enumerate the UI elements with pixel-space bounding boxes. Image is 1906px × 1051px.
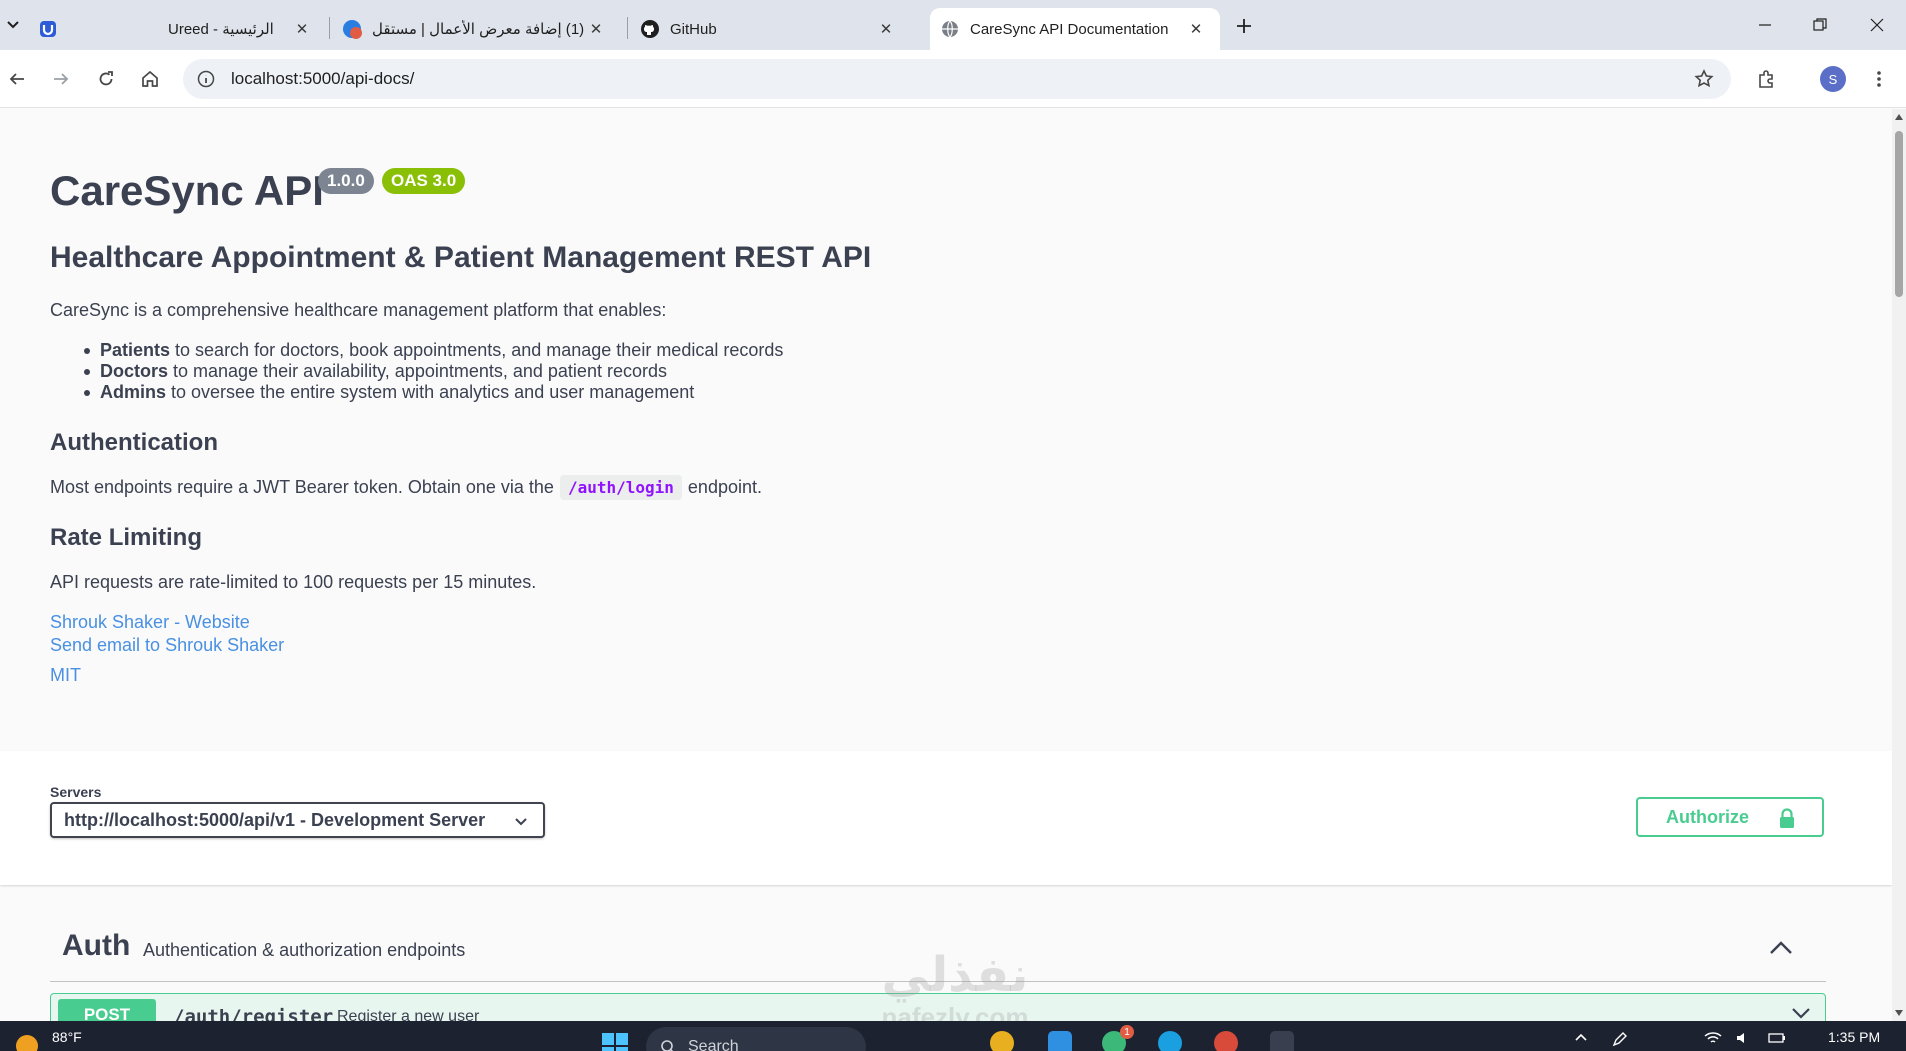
tab-separator	[329, 17, 330, 39]
address-bar[interactable]: localhost:5000/api-docs/	[183, 59, 1731, 99]
auth-login-code: /auth/login	[559, 475, 682, 500]
restore-icon[interactable]	[1805, 10, 1835, 40]
swagger-page: CareSync API 1.0.0 OAS 3.0 Healthcare Ap…	[0, 109, 1892, 1021]
close-tab-icon[interactable]: ✕	[292, 19, 312, 39]
authentication-text: Most endpoints require a JWT Bearer toke…	[50, 475, 762, 500]
oas-badge: OAS 3.0	[382, 168, 466, 194]
license-link[interactable]: MIT	[50, 665, 81, 686]
tab-title: Ureed - الرئيسية	[168, 21, 274, 38]
pen-tray-icon[interactable]	[1612, 1031, 1632, 1051]
tag-name: Auth	[62, 929, 131, 962]
rate-limiting-heading: Rate Limiting	[50, 524, 203, 551]
api-intro: CareSync is a comprehensive healthcare m…	[50, 300, 667, 320]
tab-title: (1) إضافة معرض الأعمال | مستقل	[372, 21, 585, 38]
chrome-taskbar-icon[interactable]	[990, 1031, 1014, 1051]
url-text[interactable]: localhost:5000/api-docs/	[231, 69, 414, 89]
tab-caresync-active[interactable]: CareSync API Documentation ✕	[930, 8, 1220, 50]
authorize-button[interactable]: Authorize	[1636, 797, 1824, 837]
mostaql-icon	[342, 19, 362, 39]
tray-chevron-up-icon[interactable]	[1574, 1031, 1594, 1051]
search-icon	[661, 1040, 674, 1051]
operation-path: /auth/register	[173, 1006, 334, 1021]
chevron-down-icon	[1792, 1008, 1810, 1019]
email-link[interactable]: Send email to Shrouk Shaker	[50, 635, 284, 656]
taskbar-clock[interactable]: 1:35 PM	[1828, 1029, 1880, 1045]
api-title: CareSync API	[50, 167, 324, 214]
browser-tab-strip: Ureed - الرئيسية ✕ (1) إضافة معرض الأعما…	[0, 0, 1906, 50]
close-tab-icon[interactable]: ✕	[1186, 19, 1206, 39]
github-icon	[640, 19, 660, 39]
api-subtitle: Healthcare Appointment & Patient Managem…	[50, 241, 872, 274]
tab-separator	[627, 17, 628, 39]
chrome-profile-taskbar-icon[interactable]	[1214, 1031, 1238, 1051]
operation-summary: Register a new user	[337, 1008, 480, 1021]
features-list: Patients to search for doctors, book app…	[83, 340, 784, 403]
chevron-down-icon	[515, 818, 527, 826]
lock-icon	[1780, 808, 1794, 828]
tab-title: GitHub	[670, 20, 717, 38]
edge-taskbar-icon[interactable]	[1158, 1031, 1182, 1051]
tab-search-chevron-icon[interactable]	[2, 13, 24, 37]
tag-description: Authentication & authorization endpoints	[143, 940, 466, 960]
weather-sun-icon[interactable]	[16, 1035, 38, 1051]
tab-mostaql[interactable]: (1) إضافة معرض الأعمال | مستقل ✕	[342, 8, 624, 50]
whatsapp-badge: 1	[1120, 1025, 1134, 1039]
close-tab-icon[interactable]: ✕	[586, 19, 606, 39]
servers-select[interactable]: http://localhost:5000/api/v1 - Developme…	[50, 802, 545, 838]
minimize-icon[interactable]	[1750, 10, 1780, 40]
scroll-down-arrow-icon[interactable]	[1895, 1010, 1903, 1016]
forward-arrow-icon[interactable]	[46, 64, 76, 94]
close-window-icon[interactable]	[1862, 10, 1892, 40]
watermark: نفذلي nafezly.com	[881, 949, 1029, 1032]
tab-ureed[interactable]: Ureed - الرئيسية ✕	[38, 8, 322, 50]
ureed-icon	[38, 19, 58, 39]
scroll-up-arrow-icon[interactable]	[1895, 114, 1903, 120]
extensions-puzzle-icon[interactable]	[1752, 64, 1782, 94]
page-scrollbar[interactable]	[1892, 109, 1906, 1021]
taskbar-search[interactable]: Search	[646, 1027, 866, 1051]
back-arrow-icon[interactable]	[2, 64, 32, 94]
chevron-up-icon[interactable]	[1768, 937, 1794, 959]
profile-avatar[interactable]: S	[1820, 66, 1846, 92]
browser-toolbar: localhost:5000/api-docs/	[0, 50, 1906, 108]
reload-icon[interactable]	[91, 64, 121, 94]
servers-bar: Servers http://localhost:5000/api/v1 - D…	[0, 751, 1892, 885]
website-link[interactable]: Shrouk Shaker - Website	[50, 612, 250, 633]
browser-menu-kebab-icon[interactable]	[1864, 64, 1894, 94]
close-tab-icon[interactable]: ✕	[876, 19, 896, 39]
servers-label: Servers	[50, 784, 102, 800]
version-badge: 1.0.0	[318, 168, 374, 194]
wifi-icon[interactable]	[1704, 1031, 1724, 1051]
list-item: Admins to oversee the entire system with…	[83, 382, 783, 403]
app-taskbar-icon[interactable]	[1270, 1031, 1294, 1051]
volume-icon[interactable]	[1736, 1031, 1756, 1051]
globe-icon	[940, 19, 960, 39]
vscode-taskbar-icon[interactable]	[1048, 1031, 1072, 1051]
site-info-icon[interactable]	[195, 68, 217, 90]
new-tab-plus-icon[interactable]	[1230, 12, 1258, 40]
tab-github[interactable]: GitHub ✕	[640, 8, 922, 50]
home-icon[interactable]	[135, 64, 165, 94]
servers-selected-value: http://localhost:5000/api/v1 - Developme…	[64, 809, 486, 830]
bookmark-star-icon[interactable]	[1693, 68, 1715, 90]
windows-taskbar: 88°F Search 1 1:35 PM	[0, 1021, 1906, 1051]
scroll-thumb[interactable]	[1895, 131, 1903, 297]
weather-temperature[interactable]: 88°F	[52, 1029, 82, 1045]
authentication-heading: Authentication	[50, 429, 218, 456]
method-badge: POST	[58, 999, 156, 1021]
tab-title: CareSync API Documentation	[970, 20, 1169, 38]
windows-start-icon[interactable]	[602, 1033, 628, 1051]
rate-limiting-text: API requests are rate-limited to 100 req…	[50, 572, 537, 592]
battery-icon[interactable]	[1768, 1031, 1788, 1051]
list-item: Doctors to manage their availability, ap…	[83, 361, 783, 382]
list-item: Patients to search for doctors, book app…	[83, 340, 784, 360]
